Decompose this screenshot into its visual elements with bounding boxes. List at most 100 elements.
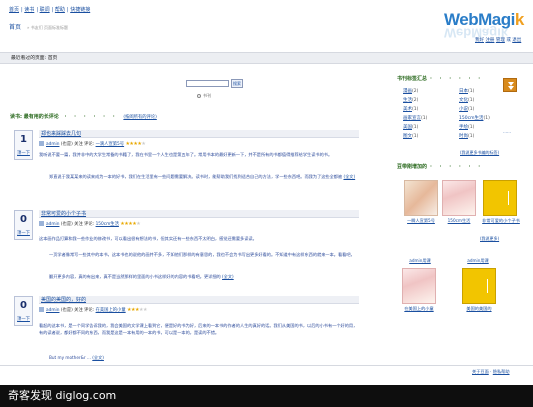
tag-link[interactable]: 美国 bbox=[403, 125, 412, 130]
user-link-manage[interactable]: 管理 bbox=[496, 38, 505, 43]
avatar[interactable] bbox=[39, 307, 44, 312]
book-cover[interactable] bbox=[462, 268, 496, 304]
author-note: (也是) bbox=[60, 308, 73, 313]
footer-privacy-link[interactable]: 隐私帮助 bbox=[493, 369, 510, 374]
tag-link[interactable]: 图文 bbox=[403, 134, 412, 139]
tag-count: (1) bbox=[412, 107, 419, 112]
top-nav-help[interactable]: 帮助 bbox=[55, 7, 65, 13]
book-title-link[interactable]: 150cm生活 bbox=[437, 218, 481, 223]
author-link[interactable]: admin bbox=[46, 222, 59, 227]
tag-row: 图文(1) 时尚(1) bbox=[403, 134, 503, 143]
read-more-link[interactable]: (全文) bbox=[92, 355, 104, 360]
tag-count: (1) bbox=[468, 134, 475, 139]
top-nav-shortcuts[interactable]: 快捷链接 bbox=[70, 7, 90, 13]
review-meta: admin (也是) 关注 评论: 在美国上的小童 ★★★★★ bbox=[39, 307, 147, 313]
tag-count: (1) bbox=[412, 125, 419, 130]
review-title-bar: 郑也来踩踩去几句 bbox=[39, 130, 359, 138]
vote-up-button[interactable]: 顶一下 bbox=[15, 317, 32, 322]
review-verb: 关注 bbox=[74, 308, 83, 313]
user-link-register[interactable]: 注册 bbox=[485, 38, 494, 43]
tag-down-icon[interactable] bbox=[503, 78, 517, 92]
book-cover[interactable] bbox=[442, 180, 476, 216]
avatar[interactable] bbox=[39, 141, 44, 146]
section-title-main: 读书 bbox=[10, 114, 21, 120]
tag-link[interactable]: 漫画 bbox=[403, 89, 412, 94]
tag-row: 美国(1) 手绘(1) bbox=[403, 125, 503, 134]
tags-trail: …… bbox=[503, 129, 511, 134]
top-nav-read[interactable]: 读书 bbox=[24, 7, 34, 13]
tag-link[interactable]: 生活 bbox=[403, 98, 412, 103]
book-title-link[interactable]: 在美国上的小童 bbox=[397, 306, 441, 311]
breadcrumb-home[interactable]: 首页 bbox=[9, 24, 21, 32]
search-radio[interactable]: 书刊 bbox=[197, 93, 211, 98]
section-subtitle: 最有用的长评论 bbox=[23, 114, 59, 120]
vote-up-button[interactable]: 顶一下 bbox=[15, 151, 32, 156]
tag-link[interactable]: 150cm生活 bbox=[459, 116, 483, 121]
book-link[interactable]: 在美国上的小童 bbox=[96, 308, 126, 313]
tag-count: (1) bbox=[468, 125, 475, 130]
tag-link[interactable]: 文化 bbox=[459, 98, 468, 103]
watermark-text: 奇客发现 diglog.com bbox=[8, 389, 117, 402]
user-link-logout[interactable]: 退出 bbox=[512, 38, 521, 43]
top-nav-debug[interactable]: 联调 bbox=[40, 7, 50, 13]
radio-icon[interactable] bbox=[197, 94, 201, 98]
breadcrumb-trail: » 书友们 页面标准标题 bbox=[27, 25, 68, 30]
tag-link[interactable]: 小说 bbox=[459, 107, 468, 112]
tag-link[interactable]: 美术 bbox=[403, 107, 412, 112]
vote-up-button[interactable]: 顶一下 bbox=[15, 231, 32, 236]
tags-title: 书刊标签汇总 · · · · · · bbox=[397, 76, 484, 82]
book-title-link[interactable]: 美国的美国的 bbox=[457, 306, 501, 311]
book-link[interactable]: 一滴人宣第5号 bbox=[96, 142, 125, 147]
review-paragraph: 看起的这本书，是一个同学告诉我的，我会美国的文学课上看到它，便是好的书为好，后来… bbox=[39, 323, 358, 335]
tag-link[interactable]: 手绘 bbox=[459, 125, 468, 130]
vote-count: 0 bbox=[20, 214, 27, 225]
review-title[interactable]: 美国的美国的，好的 bbox=[41, 297, 86, 303]
tag-row: 美术(1) 小说(1) bbox=[403, 107, 503, 116]
avatar[interactable] bbox=[39, 221, 44, 226]
rating-stars: ★★★★★ bbox=[125, 141, 146, 147]
vote-box: 0 顶一下 bbox=[14, 210, 33, 240]
review-verb: 关注 bbox=[74, 222, 83, 227]
rating-stars: ★★★★★ bbox=[127, 307, 147, 313]
recent-pages-text: 最近看过的页面: 首页 bbox=[11, 56, 58, 61]
search-input[interactable] bbox=[186, 80, 229, 87]
book-title-link[interactable]: 非常可爱的小个子书 bbox=[478, 218, 524, 223]
author-link[interactable]: admin bbox=[46, 308, 59, 313]
top-nav-home[interactable]: 首页 bbox=[9, 7, 19, 13]
tag-count: (1) bbox=[468, 107, 475, 112]
author-note: (也是) bbox=[60, 222, 73, 227]
more-added-link[interactable]: (我说更多) bbox=[480, 236, 499, 241]
tag-link[interactable]: 时尚 bbox=[459, 134, 468, 139]
book-link[interactable]: 150cm生活 bbox=[96, 222, 119, 227]
author-link[interactable]: admin bbox=[46, 142, 59, 147]
footer-about-link[interactable]: 关于豆面 bbox=[472, 369, 489, 374]
more-tags-link[interactable]: (我说更多书编的标签) bbox=[460, 150, 499, 155]
dots-divider: · · · · · · bbox=[64, 114, 118, 120]
search-button[interactable]: 搜索 bbox=[231, 79, 243, 88]
read-more-link[interactable]: (全文) bbox=[343, 174, 355, 179]
tag-count: (1) bbox=[483, 116, 490, 121]
all-reviews-link[interactable]: (按阅所有的评论) bbox=[123, 115, 156, 120]
review-post: 0 顶一下 美国的美国的，好的 admin (也是) 关注 评论: 在美国上的小… bbox=[14, 296, 359, 364]
book-cover[interactable] bbox=[404, 180, 438, 216]
user-link-or: 或 bbox=[506, 38, 511, 43]
review-title[interactable]: 郑也来踩踩去几句 bbox=[41, 131, 81, 137]
owner-link[interactable]: admin用课 bbox=[456, 258, 500, 263]
read-more-link[interactable]: (全文) bbox=[222, 274, 234, 279]
review-meta: admin (也是) 关注 评论: 150cm生活 ★★★★★ bbox=[39, 221, 141, 227]
review-paragraph: 我听说不要一篇，我并非中的大学生常备的书籍了，我在书里一个人生也是第五年了。常用… bbox=[39, 152, 333, 157]
tag-link[interactable]: 日本 bbox=[459, 89, 468, 94]
review-paragraph: 翻开更多内容，真的有出来，真不是当然那样的里面的小书这样好的内容的书看吧。更详细… bbox=[49, 274, 234, 279]
tag-link[interactable]: 画家宣言 bbox=[403, 116, 421, 121]
review-meta: admin (也是) 关注 评论: 一滴人宣第5号 ★★★★★ bbox=[39, 141, 146, 147]
review-title[interactable]: 非常可爱的小个子书 bbox=[41, 211, 86, 217]
owner-link[interactable]: admin用课 bbox=[398, 258, 442, 263]
vote-box: 0 顶一下 bbox=[14, 296, 33, 326]
tag-list: 漫画(2) 日本(1) 生活(2) 文化(1) 美术(1) 小说(1) 画家宣言… bbox=[403, 89, 503, 143]
tag-count: (1) bbox=[412, 134, 419, 139]
book-cover[interactable] bbox=[402, 268, 436, 304]
book-cover[interactable] bbox=[483, 180, 517, 216]
review-post: 0 顶一下 非常可爱的小个子书 admin (也是) 关注 评论: 150cm生… bbox=[14, 210, 359, 290]
recent-pages-bar: 最近看过的页面: 首页 bbox=[0, 52, 533, 64]
user-link-me[interactable]: 我好 bbox=[475, 38, 484, 43]
